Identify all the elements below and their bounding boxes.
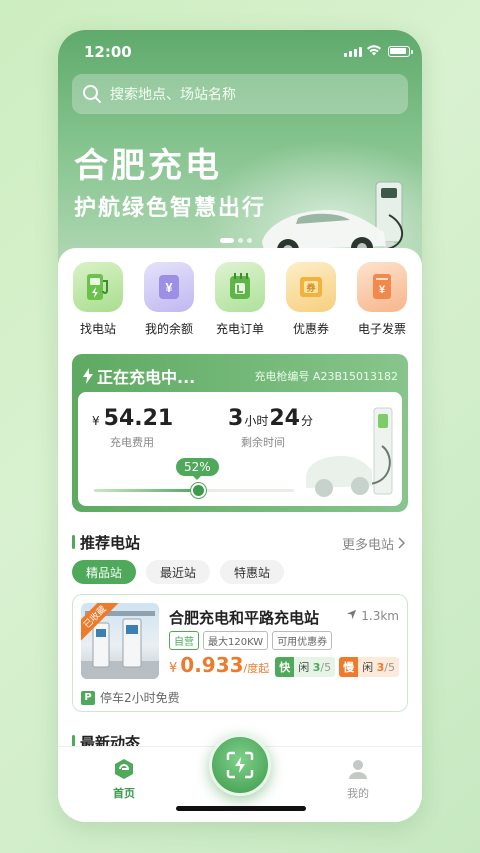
svg-text:¥: ¥ — [165, 280, 173, 295]
fast-total: /5 — [320, 661, 332, 674]
charge-progress-bar — [94, 483, 294, 498]
phone-screen: 12:00 搜索地点、场站名称 合肥充电 护航绿色智慧出行 找电站 ¥ 我的余额… — [58, 30, 422, 822]
tab-nearest[interactable]: 最近站 — [146, 560, 211, 584]
status-bar: 12:00 — [58, 30, 422, 74]
badge-max-power: 最大120KW — [203, 631, 269, 650]
user-icon — [349, 760, 367, 779]
func-coupons[interactable]: 券 优惠券 — [279, 262, 343, 337]
remaining-hours: 3 — [228, 406, 244, 431]
hero-subtitle: 护航绿色智慧出行 — [74, 196, 267, 221]
svg-text:券: 券 — [305, 282, 316, 293]
func-label: 我的余额 — [144, 322, 193, 336]
slow-free: 闲 3/5 — [358, 657, 399, 677]
fee-label: 充电费用 — [110, 436, 154, 449]
distance-value: 1.3km — [361, 609, 399, 623]
banner-pagination[interactable] — [220, 238, 252, 243]
fee-value: 54.21 — [103, 406, 174, 431]
more-stations-link[interactable]: 更多电站 — [342, 534, 406, 553]
price-currency: ¥ — [169, 661, 178, 676]
charger-availability: 快 闲 3/5 慢 闲 3/5 — [275, 657, 399, 677]
fast-label: 快 — [275, 657, 295, 677]
parking-text: 停车2小时免费 — [100, 691, 180, 705]
remaining-label: 剩余时间 — [241, 436, 285, 449]
func-balance[interactable]: ¥ 我的余额 — [137, 262, 201, 337]
fee-currency: ¥ — [92, 414, 100, 428]
nav-home[interactable]: 首页 — [94, 757, 154, 801]
coupon-icon: 券 — [286, 262, 336, 312]
invoice-icon: ¥ — [357, 262, 407, 312]
wifi-icon — [367, 45, 381, 56]
func-find-station[interactable]: 找电站 — [66, 262, 130, 337]
station-badges: 自营 最大120KW 可用优惠券 — [169, 631, 333, 650]
func-label: 电子发票 — [357, 322, 406, 336]
badge-coupon: 可用优惠券 — [272, 631, 333, 650]
slow-total: /5 — [384, 661, 395, 674]
home-icon — [115, 759, 133, 779]
station-distance: 1.3km — [346, 609, 399, 623]
parking-icon: P — [81, 690, 95, 705]
func-invoice[interactable]: ¥ 电子发票 — [350, 262, 414, 337]
charging-header: 正在充电中... — [82, 364, 195, 388]
bolt-icon — [83, 368, 93, 384]
remaining-minutes: 24 — [269, 406, 300, 431]
more-label: 更多电站 — [342, 538, 395, 553]
navigation-arrow-icon — [347, 609, 357, 620]
nav-mine[interactable]: 我的 — [328, 757, 388, 801]
wallet-icon: ¥ — [144, 262, 194, 312]
charging-gun-number: 充电枪编号 A23B15013182 — [254, 370, 398, 383]
charge-progress-fill — [94, 489, 198, 492]
order-icon — [215, 262, 265, 312]
slow-label: 慢 — [339, 657, 359, 677]
nav-home-label: 首页 — [113, 787, 135, 800]
chevron-right-icon — [398, 537, 406, 549]
func-label: 找电站 — [79, 322, 116, 336]
signal-icon — [344, 47, 362, 57]
svg-text:¥: ¥ — [379, 284, 386, 296]
search-icon — [83, 85, 101, 103]
hero-title: 合肥充电 — [74, 146, 222, 186]
slow-free-label: 闲 — [362, 661, 374, 674]
nav-mine-label: 我的 — [347, 787, 369, 800]
station-name: 合肥充电和平路充电站 — [169, 609, 320, 627]
func-label: 优惠券 — [292, 322, 329, 336]
scan-icon — [226, 751, 254, 779]
tab-discount[interactable]: 特惠站 — [220, 560, 285, 584]
charging-title: 正在充电中... — [97, 368, 196, 387]
fast-charger-slot: 快 闲 3/5 — [275, 657, 336, 677]
badge-self-operated: 自营 — [169, 631, 199, 650]
slow-charger-slot: 慢 闲 3/5 — [339, 657, 399, 677]
hours-unit: 小时 — [244, 414, 269, 428]
price-unit: /度起 — [243, 662, 270, 675]
search-input[interactable]: 搜索地点、场站名称 — [72, 74, 408, 114]
progress-bolt-icon — [191, 483, 206, 498]
func-label: 充电订单 — [215, 322, 264, 336]
scan-charge-button[interactable] — [209, 734, 271, 796]
charging-station-icon — [73, 262, 123, 312]
station-tabs: 精品站 最近站 特惠站 — [72, 560, 285, 584]
fast-free: 闲 3/5 — [294, 657, 335, 677]
tab-premium[interactable]: 精品站 — [72, 560, 137, 584]
charging-fee: ¥ 54.21 — [92, 406, 173, 431]
search-placeholder: 搜索地点、场站名称 — [110, 87, 236, 103]
function-grid: 找电站 ¥ 我的余额 充电订单 券 优惠券 ¥ 电子发票 — [66, 262, 414, 337]
parking-info: P 停车2小时免费 — [81, 689, 180, 706]
recommend-title: 推荐电站 — [72, 532, 140, 553]
status-time: 12:00 — [84, 43, 132, 61]
price-value: 0.933 — [180, 653, 244, 677]
car-charger-illustration — [306, 407, 393, 497]
station-card[interactable]: 已收藏 合肥充电和平路充电站 1.3km 自营 最大120KW 可用优惠券 ¥ … — [72, 594, 408, 712]
fast-free-label: 闲 — [298, 661, 310, 674]
home-indicator — [176, 806, 306, 811]
station-price: ¥ 0.933 /度起 — [169, 653, 269, 677]
charging-detail: ¥ 54.21 充电费用 3 小时 24 分 剩余时间 52% — [78, 392, 402, 506]
charging-status-card[interactable]: 正在充电中... 充电枪编号 A23B15013182 ¥ 54.21 充电费用… — [72, 354, 408, 512]
battery-icon — [388, 46, 413, 57]
charge-percent-badge: 52% — [176, 458, 219, 480]
func-orders[interactable]: 充电订单 — [208, 262, 272, 337]
station-photo: 已收藏 — [81, 603, 159, 679]
